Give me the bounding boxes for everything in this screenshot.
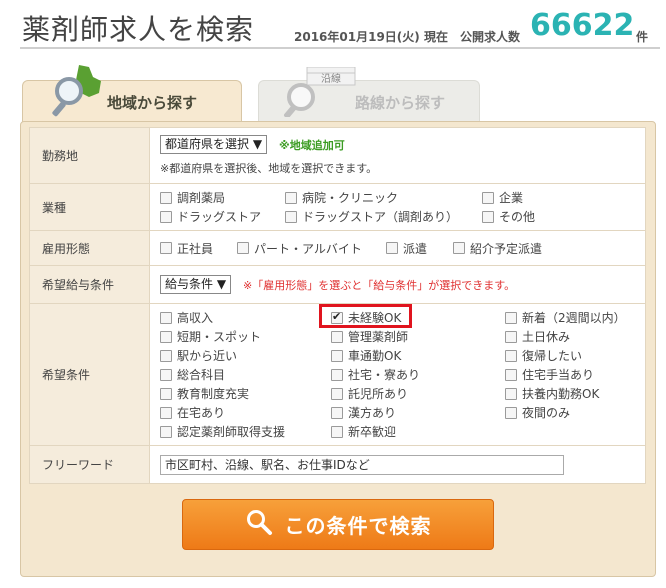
condition-option[interactable]: 認定薬剤師取得支援 bbox=[160, 422, 285, 441]
checkbox[interactable] bbox=[453, 242, 465, 254]
checkbox[interactable] bbox=[285, 210, 297, 223]
checkbox[interactable] bbox=[505, 311, 517, 324]
conditions-label: 希望条件 bbox=[29, 303, 150, 446]
checkbox[interactable] bbox=[160, 311, 172, 324]
checkbox[interactable] bbox=[505, 349, 517, 362]
map-search-icon bbox=[51, 61, 103, 121]
checkbox[interactable] bbox=[160, 387, 172, 400]
freeword-input[interactable] bbox=[160, 454, 564, 475]
industry-label: 業種 bbox=[29, 183, 150, 231]
tab-region-search[interactable]: 地域から探す bbox=[22, 65, 242, 122]
checkbox[interactable] bbox=[160, 242, 172, 254]
tab-region-label: 地域から探す bbox=[107, 94, 198, 112]
header-divider bbox=[20, 47, 660, 49]
checkbox[interactable] bbox=[160, 191, 172, 204]
job-count-unit: 件 bbox=[636, 30, 649, 44]
checkbox[interactable] bbox=[160, 406, 172, 419]
industry-option[interactable]: 調剤薬局 bbox=[160, 188, 225, 207]
employment-label: 雇用形態 bbox=[29, 230, 150, 266]
condition-option[interactable]: 新卒歓迎 bbox=[331, 422, 420, 441]
highlight-box bbox=[319, 304, 412, 328]
industry-option[interactable]: ドラッグストア（調剤あり） bbox=[285, 207, 458, 226]
add-region-link[interactable]: ※地域追加可 bbox=[279, 137, 345, 153]
condition-option[interactable]: 総合科目 bbox=[160, 365, 285, 384]
search-button[interactable]: この条件で検索 bbox=[182, 499, 494, 550]
checkbox[interactable] bbox=[386, 242, 398, 254]
industry-option[interactable]: 病院・クリニック bbox=[285, 188, 398, 207]
condition-option[interactable]: 社宅・寮あり bbox=[331, 365, 420, 384]
checkbox[interactable] bbox=[160, 210, 172, 223]
checkbox[interactable] bbox=[331, 406, 343, 419]
condition-option[interactable]: 管理薬剤師 bbox=[331, 327, 420, 346]
condition-option[interactable]: 教育制度充実 bbox=[160, 384, 285, 403]
condition-option[interactable]: 在宅あり bbox=[160, 403, 285, 422]
condition-option[interactable]: 夜間のみ bbox=[505, 403, 626, 422]
condition-option[interactable]: 扶養内勤務OK bbox=[505, 384, 626, 403]
employment-option[interactable]: 正社員 bbox=[160, 239, 213, 258]
condition-option[interactable]: 短期・スポット bbox=[160, 327, 285, 346]
salary-note: ※「雇用形態」を選ぶと「給与条件」が選択できます。 bbox=[243, 278, 516, 292]
checkbox[interactable] bbox=[160, 368, 172, 381]
salary-select[interactable]: 給与条件 ▼ bbox=[160, 275, 232, 294]
route-search-icon: 沿線 bbox=[279, 66, 359, 121]
search-button-label: この条件で検索 bbox=[284, 514, 432, 538]
checkbox[interactable] bbox=[331, 387, 343, 400]
job-count: 66622 bbox=[530, 8, 635, 43]
checkbox[interactable] bbox=[505, 330, 517, 343]
checkbox[interactable] bbox=[505, 387, 517, 400]
checkbox[interactable] bbox=[285, 191, 297, 204]
checkbox[interactable] bbox=[237, 242, 249, 254]
checkbox[interactable] bbox=[160, 349, 172, 362]
route-sign-text: 沿線 bbox=[321, 74, 341, 85]
condition-option[interactable]: 漢方あり bbox=[331, 403, 420, 422]
tab-route-search[interactable]: 沿線 路線から探す bbox=[258, 66, 480, 122]
checkbox[interactable] bbox=[505, 406, 517, 419]
industry-option[interactable]: ドラッグストア bbox=[160, 207, 261, 226]
checkbox[interactable] bbox=[482, 210, 494, 223]
checkbox[interactable] bbox=[482, 191, 494, 204]
job-count-label: 公開求人数 bbox=[460, 30, 521, 44]
salary-label: 希望給与条件 bbox=[29, 265, 150, 304]
checkbox[interactable] bbox=[331, 349, 343, 362]
condition-option[interactable]: 車通勤OK bbox=[331, 346, 420, 365]
search-icon bbox=[245, 508, 273, 541]
condition-option[interactable]: 復帰したい bbox=[505, 346, 626, 365]
condition-option[interactable]: 住宅手当あり bbox=[505, 365, 626, 384]
checkbox[interactable] bbox=[331, 368, 343, 381]
freeword-label: フリーワード bbox=[29, 445, 150, 484]
prefecture-select[interactable]: 都道府県を選択 ▼ bbox=[160, 135, 268, 154]
workplace-label: 勤務地 bbox=[29, 127, 150, 184]
employment-option[interactable]: パート・アルバイト bbox=[237, 239, 362, 258]
checkbox[interactable] bbox=[331, 330, 343, 343]
current-date: 2016年01月19日(火) 現在 bbox=[294, 30, 448, 44]
employment-option[interactable]: 紹介予定派遣 bbox=[453, 239, 542, 258]
checkbox[interactable] bbox=[160, 330, 172, 343]
industry-option[interactable]: 企業 bbox=[482, 188, 523, 207]
condition-option[interactable]: 託児所あり bbox=[331, 384, 420, 403]
employment-option[interactable]: 派遣 bbox=[386, 239, 427, 258]
checkbox[interactable] bbox=[160, 425, 172, 438]
workplace-note: ※都道府県を選択後、地域を選択できます。 bbox=[160, 162, 378, 175]
page-title: 薬剤師求人を検索 bbox=[22, 13, 255, 46]
tab-route-label: 路線から探す bbox=[355, 94, 446, 112]
condition-option[interactable]: 土日休み bbox=[505, 327, 626, 346]
checkbox[interactable] bbox=[331, 425, 343, 438]
condition-option[interactable]: 駅から近い bbox=[160, 346, 285, 365]
condition-option[interactable]: 新着（2週間以内） bbox=[505, 308, 626, 327]
condition-option[interactable]: 高収入 bbox=[160, 308, 285, 327]
checkbox[interactable] bbox=[505, 368, 517, 381]
industry-option[interactable]: その他 bbox=[482, 207, 535, 226]
